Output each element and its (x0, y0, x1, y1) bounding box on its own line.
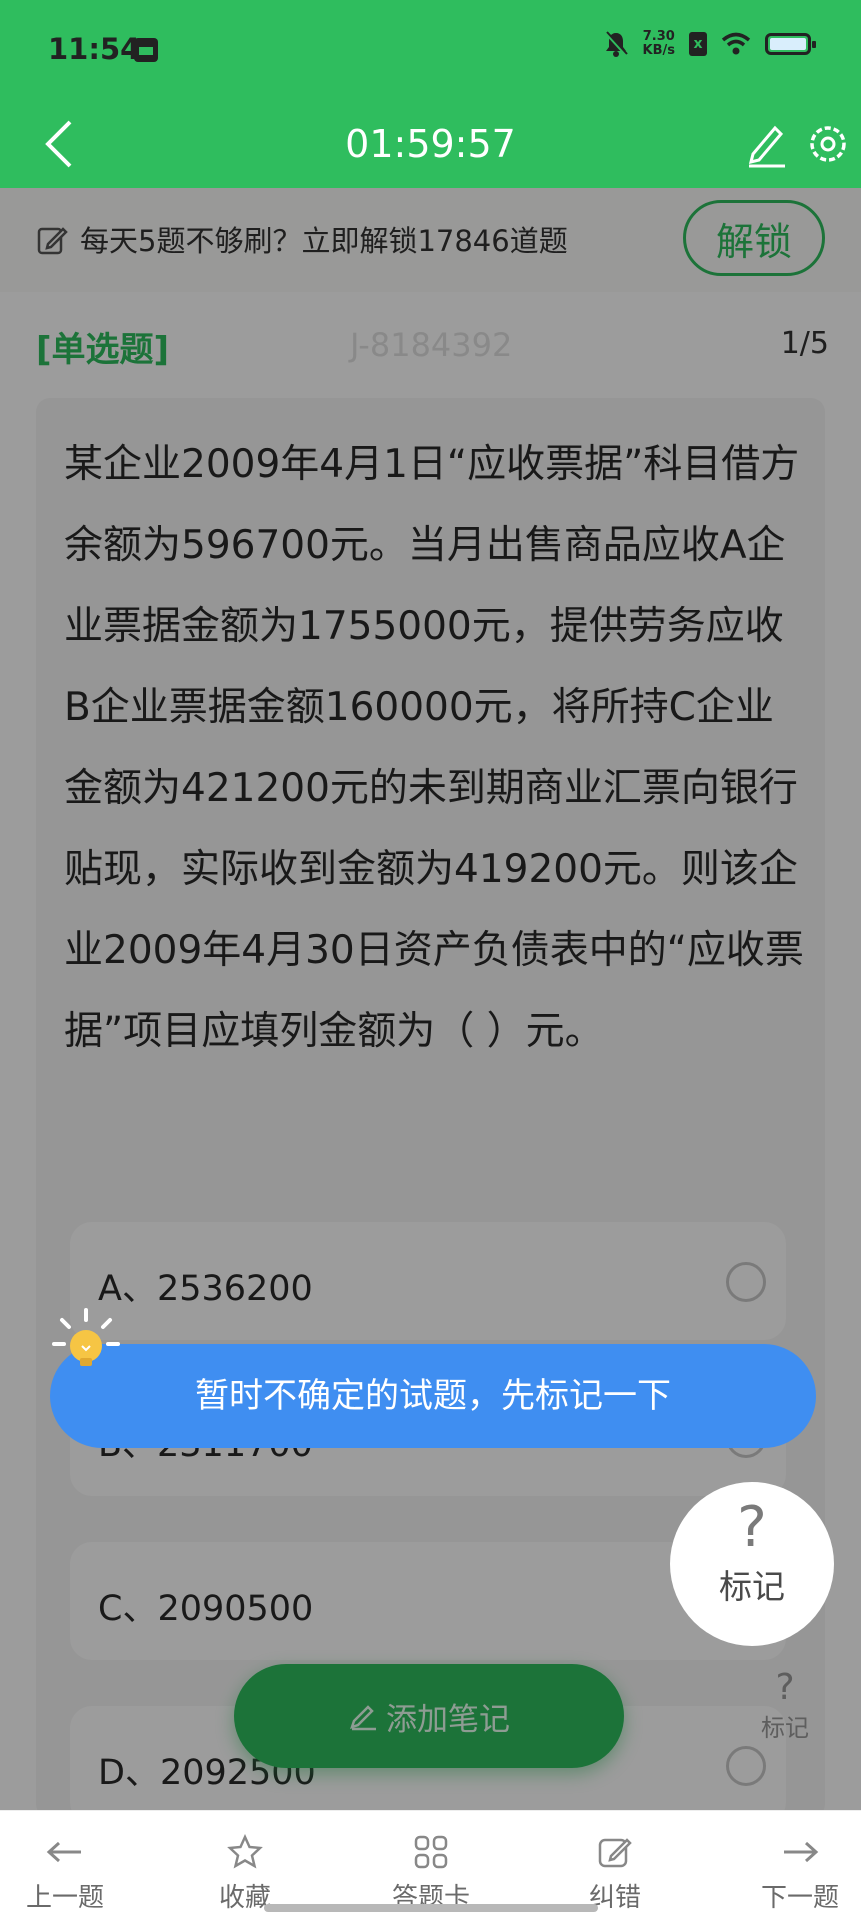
mark-button[interactable]: ? 标记 (670, 1482, 834, 1646)
star-icon (227, 1834, 263, 1869)
battery-icon (765, 33, 816, 55)
mark-label: 标记 (719, 1567, 785, 1606)
gear-icon[interactable] (803, 116, 853, 172)
report-error-button[interactable]: 纠错 (550, 1831, 680, 1914)
arrow-right-icon (784, 1841, 819, 1863)
sim-icon: x (689, 32, 707, 56)
status-bar: 11:54 7.30 KB/s x (0, 0, 861, 100)
arrow-left-icon (46, 1841, 81, 1863)
mark-tip-tooltip: 暂时不确定的试题，先标记一下 (50, 1344, 816, 1448)
network-speed-unit: KB/s (642, 43, 675, 58)
network-speed-value: 7.30 (642, 29, 675, 44)
favorite-button[interactable]: 收藏 (180, 1831, 310, 1914)
status-time: 11:54 (48, 32, 141, 66)
next-question-button[interactable]: 下一题 (735, 1831, 861, 1914)
app-header: 01:59:57 (0, 100, 861, 188)
home-indicator[interactable] (264, 1904, 598, 1912)
prev-question-label: 上一题 (25, 1883, 104, 1913)
edit-icon (598, 1838, 632, 1868)
mute-bell-icon (604, 31, 628, 57)
answer-card-button[interactable]: 答题卡 (366, 1831, 496, 1914)
prev-question-button[interactable]: 上一题 (0, 1831, 130, 1914)
lightbulb-icon (52, 1308, 120, 1366)
exam-timer: 01:59:57 (345, 122, 516, 166)
calendar-icon (134, 38, 158, 62)
wifi-icon (721, 32, 751, 55)
pencil-icon[interactable] (741, 116, 791, 172)
network-speed: 7.30 KB/s (643, 30, 675, 58)
question-mark-icon: ? (737, 1495, 767, 1560)
grid-icon (414, 1835, 448, 1869)
next-question-label: 下一题 (760, 1883, 839, 1913)
status-icons: 7.30 KB/s x (603, 30, 816, 58)
